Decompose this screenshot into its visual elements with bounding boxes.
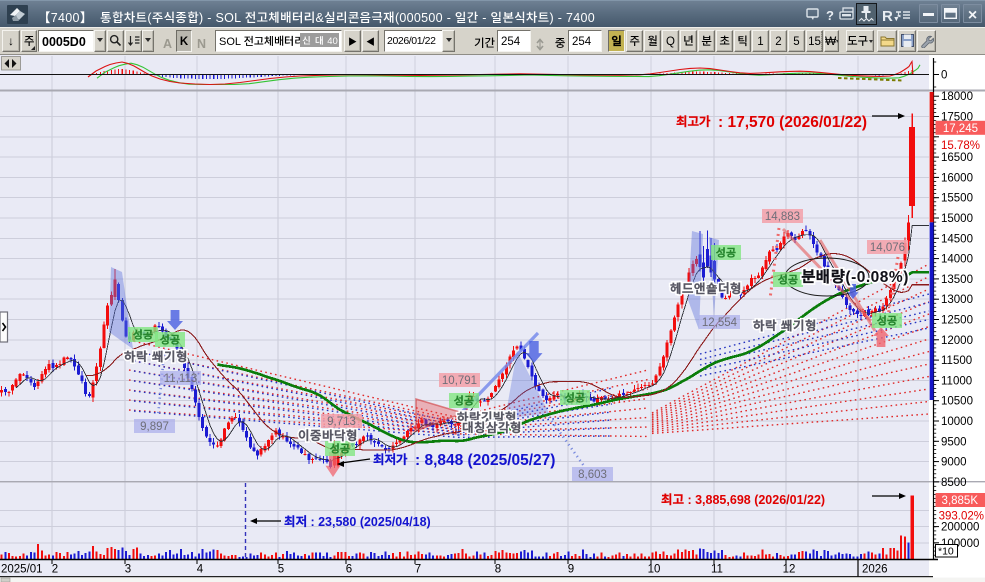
svg-text:최고가: 최고가 [676,111,711,130]
svg-text:성공: 성공 [716,245,737,261]
svg-text:2: 2 [52,561,58,577]
svg-text:11: 11 [711,561,723,577]
svg-text:393.02%: 393.02% [939,508,984,524]
svg-text:: 8,848 (2025/05/27): : 8,848 (2025/05/27) [415,448,555,470]
svg-text:5: 5 [278,561,284,577]
svg-text:9000: 9000 [941,454,967,470]
svg-text:10500: 10500 [941,393,973,409]
svg-text:8,603: 8,603 [578,466,607,482]
svg-text:최저 : 23,580 (2025/04/18): 최저 : 23,580 (2025/04/18) [284,511,431,530]
svg-text:12500: 12500 [941,312,973,328]
svg-text:8: 8 [495,561,501,577]
svg-text:4: 4 [197,561,204,577]
svg-text:성공: 성공 [565,390,586,406]
svg-text:12,554: 12,554 [702,314,738,330]
svg-text:10000: 10000 [941,413,973,429]
svg-text:11,113: 11,113 [164,370,197,386]
svg-text:12000: 12000 [941,332,973,348]
svg-text:16000: 16000 [941,169,973,185]
svg-text:14000: 14000 [941,251,973,267]
svg-text:하락 쐐기형: 하락 쐐기형 [753,315,817,334]
svg-text:0: 0 [941,67,947,83]
svg-text:10: 10 [648,561,661,577]
svg-text:15.78%: 15.78% [941,137,980,153]
svg-text:14,883: 14,883 [765,208,800,224]
svg-text:9500: 9500 [941,433,967,449]
svg-text:13500: 13500 [941,271,973,287]
svg-text:성공: 성공 [778,272,799,288]
svg-text:8500: 8500 [941,474,967,490]
svg-text:18000: 18000 [941,88,973,104]
svg-text:13000: 13000 [941,291,973,307]
svg-text:*10: *10 [938,544,954,559]
svg-text:최저가: 최저가 [373,449,408,468]
svg-text:17,245: 17,245 [943,120,978,136]
svg-text:이중바닥형: 이중바닥형 [298,425,358,444]
svg-text:하락 쐐기형: 하락 쐐기형 [124,346,188,365]
svg-text:15000: 15000 [941,210,973,226]
svg-text:대칭삼각형: 대칭삼각형 [462,417,522,436]
svg-text:15500: 15500 [941,190,973,206]
svg-text:10,791: 10,791 [442,372,477,388]
svg-text:11000: 11000 [941,372,972,388]
svg-text:헤드앤숄더형: 헤드앤숄더형 [670,278,742,297]
svg-text:6: 6 [346,561,352,577]
svg-text:성공: 성공 [133,327,154,343]
svg-text:14,076: 14,076 [870,239,905,255]
svg-text:3,885K: 3,885K [942,492,979,508]
svg-text:: 17,570 (2026/01/22): : 17,570 (2026/01/22) [718,110,867,132]
svg-text:9: 9 [568,561,574,577]
svg-text:2025/01: 2025/01 [1,561,43,577]
svg-text:성공: 성공 [877,313,898,329]
svg-text:7: 7 [415,561,421,577]
svg-text:9,897: 9,897 [140,418,169,434]
svg-text:분배량(-0.08%): 분배량(-0.08%) [801,265,909,287]
svg-text:2026: 2026 [862,561,888,577]
svg-text:11500: 11500 [941,352,972,368]
svg-text:최고 : 3,885,698 (2026/01/22): 최고 : 3,885,698 (2026/01/22) [661,489,825,508]
svg-text:14500: 14500 [941,230,973,246]
svg-text:12: 12 [783,561,796,577]
svg-text:3: 3 [125,561,131,577]
